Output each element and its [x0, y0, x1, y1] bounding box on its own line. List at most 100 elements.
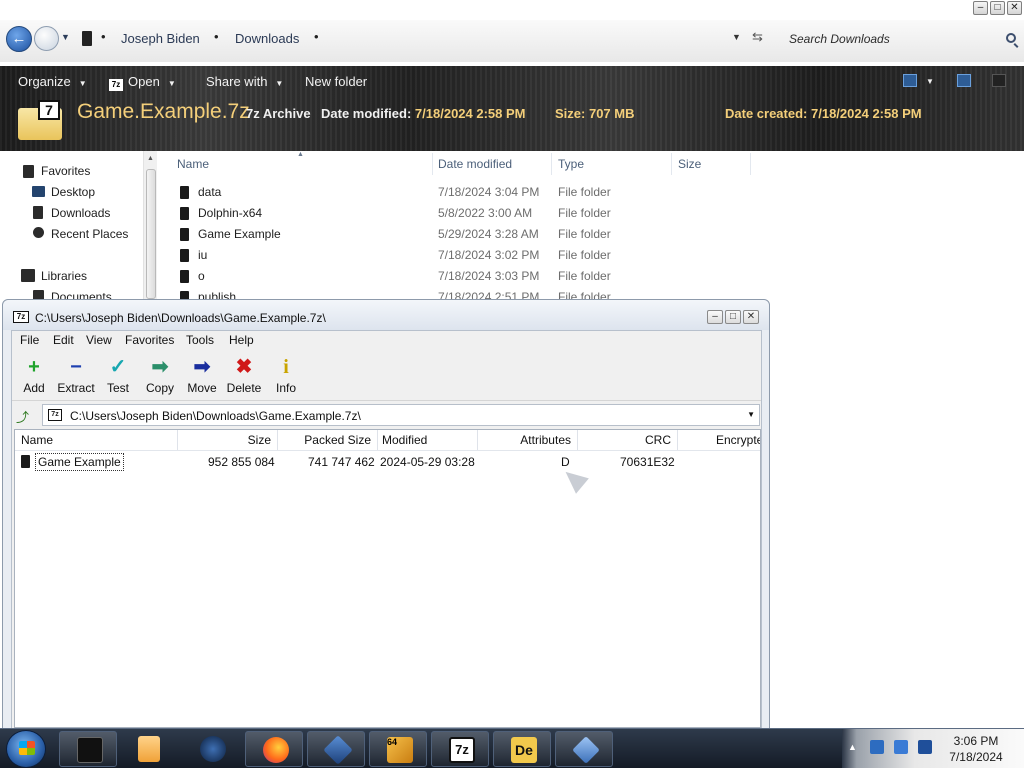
nav-desktop[interactable]: Desktop [51, 185, 95, 199]
column-divider[interactable] [432, 153, 433, 175]
taskbar-7zip[interactable]: 7z [431, 731, 489, 767]
column-divider[interactable] [551, 153, 552, 175]
nav-libraries[interactable]: Libraries [41, 269, 87, 283]
size-detail: Size: 707 MB [555, 106, 635, 121]
view-options-icon[interactable] [903, 74, 917, 87]
table-row[interactable]: data 7/18/2024 3:04 PM File folder [160, 182, 760, 203]
menu-favorites[interactable]: Favorites [125, 333, 174, 347]
new-folder-button[interactable]: New folder [305, 74, 367, 89]
preview-pane-icon[interactable] [957, 74, 971, 87]
share-with-menu[interactable]: Share with ▼ [206, 74, 283, 89]
row-packed-size: 741 747 462 [308, 455, 375, 469]
table-row[interactable]: o 7/18/2024 3:03 PM File folder [160, 266, 760, 287]
table-row[interactable]: Game Example 5/29/2024 3:28 AM File fold… [160, 224, 760, 245]
nav-favorites[interactable]: Favorites [41, 164, 90, 178]
table-row[interactable]: iu 7/18/2024 3:02 PM File folder [160, 245, 760, 266]
tray-shield-icon[interactable] [870, 740, 884, 754]
folder-up-icon[interactable]: ⤴ [16, 407, 29, 426]
recent-places-icon [33, 227, 44, 238]
menu-help[interactable]: Help [229, 333, 254, 347]
address-row: ← ▼ • Joseph Biden • Downloads • ▼ ⇆ Sea… [0, 20, 1024, 62]
column-header-name[interactable]: Name [15, 430, 178, 450]
nav-recent-places[interactable]: Recent Places [51, 227, 128, 241]
chevron-down-icon[interactable]: ▼ [747, 410, 755, 419]
taskbar-firefox[interactable] [245, 731, 303, 767]
column-header-size[interactable]: Size [178, 430, 278, 450]
column-header-date-modified[interactable]: Date modified [438, 157, 512, 171]
close-button[interactable]: ✕ [1007, 1, 1022, 15]
seven-zip-taskbar-icon: 7z [449, 737, 475, 763]
help-icon[interactable] [992, 74, 1006, 87]
seven-zip-title-bar[interactable]: 7z C:\Users\Joseph Biden\Downloads\Game.… [3, 300, 769, 330]
search-input[interactable]: Search Downloads [780, 29, 1024, 51]
column-header-crc[interactable]: CRC [578, 430, 678, 450]
seven-zip-caption-buttons: – □ ✕ [707, 310, 759, 324]
taskbar-de-app[interactable]: De [493, 731, 551, 767]
organize-label: Organize [18, 74, 71, 89]
column-divider[interactable] [671, 153, 672, 175]
forward-button[interactable] [34, 26, 59, 51]
taskbar-terminal[interactable] [59, 731, 117, 767]
extract-button[interactable]: − Extract [54, 355, 98, 395]
sort-ascending-icon: ▲ [297, 151, 304, 158]
back-button[interactable]: ← [6, 26, 32, 52]
refresh-icon[interactable]: ⇆ [752, 29, 763, 45]
test-button[interactable]: ✓ Test [96, 355, 140, 395]
column-header-modified[interactable]: Modified [378, 430, 478, 450]
taskbar-app-64[interactable]: 64 [369, 731, 427, 767]
recent-pages-dropdown-icon[interactable]: ▼ [61, 32, 70, 42]
column-header-name[interactable]: Name [177, 157, 209, 171]
nav-scrollbar[interactable]: ▲ [143, 151, 157, 301]
breadcrumb-separator[interactable]: • [101, 29, 106, 44]
taskbar-network-app[interactable] [555, 731, 613, 767]
clock-date: 7/18/2024 [949, 750, 1003, 764]
clock[interactable]: 3:06 PM 7/18/2024 [936, 733, 1016, 765]
info-button[interactable]: i Info [264, 355, 308, 395]
column-header-size[interactable]: Size [678, 157, 701, 171]
organize-menu[interactable]: Organize ▼ [18, 74, 87, 89]
column-header-type[interactable]: Type [558, 157, 584, 171]
add-button[interactable]: + Add [12, 355, 56, 395]
column-divider[interactable] [750, 153, 751, 175]
row-type: File folder [558, 185, 611, 199]
open-menu[interactable]: 7z Open ▼ [109, 74, 176, 91]
delete-button[interactable]: ✖ Delete [222, 355, 266, 395]
taskbar-virtualbox[interactable] [307, 731, 365, 767]
menu-tools[interactable]: Tools [186, 333, 214, 347]
taskbar-browser[interactable] [183, 731, 241, 767]
breadcrumb-joseph-biden[interactable]: Joseph Biden [121, 31, 200, 46]
minimize-button[interactable]: – [707, 310, 723, 324]
breadcrumb-separator[interactable]: • [314, 29, 319, 44]
menu-file[interactable]: File [20, 333, 39, 347]
table-row[interactable]: Game Example 952 855 084 741 747 462 202… [15, 453, 760, 471]
scrollbar-thumb[interactable] [146, 169, 156, 299]
path-combobox[interactable]: 7z C:\Users\Joseph Biden\Downloads\Game.… [42, 404, 760, 426]
search-icon[interactable] [1006, 33, 1016, 43]
tray-network-icon[interactable] [894, 740, 908, 754]
menu-edit[interactable]: Edit [53, 333, 74, 347]
column-header-encrypted[interactable]: Encrypte [678, 430, 760, 450]
maximize-button[interactable]: □ [725, 310, 741, 324]
minimize-button[interactable]: – [973, 1, 988, 15]
info-icon: i [283, 356, 289, 378]
column-header-attributes[interactable]: Attributes [478, 430, 578, 450]
menu-view[interactable]: View [86, 333, 112, 347]
show-hidden-icons-icon[interactable]: ▲ [848, 742, 857, 752]
seven-zip-badge-icon: 7 [38, 100, 60, 120]
taskbar-media-player[interactable] [121, 731, 179, 767]
move-button[interactable]: ➡ Move [180, 355, 224, 395]
nav-downloads[interactable]: Downloads [51, 206, 110, 220]
view-options-dropdown-icon[interactable]: ▼ [926, 77, 934, 86]
tray-volume-icon[interactable] [918, 740, 932, 754]
table-row[interactable]: Dolphin-x64 5/8/2022 3:00 AM File folder [160, 203, 760, 224]
column-header-packed-size[interactable]: Packed Size [278, 430, 378, 450]
close-button[interactable]: ✕ [743, 310, 759, 324]
extract-label: Extract [57, 381, 95, 395]
row-date: 7/18/2024 3:03 PM [438, 269, 540, 283]
copy-button[interactable]: ➡ Copy [138, 355, 182, 395]
maximize-button[interactable]: □ [990, 1, 1005, 15]
scroll-up-icon[interactable]: ▲ [147, 155, 154, 162]
breadcrumb-separator[interactable]: • [214, 29, 219, 44]
breadcrumb-downloads[interactable]: Downloads [235, 31, 299, 46]
address-dropdown-icon[interactable]: ▼ [732, 32, 741, 42]
